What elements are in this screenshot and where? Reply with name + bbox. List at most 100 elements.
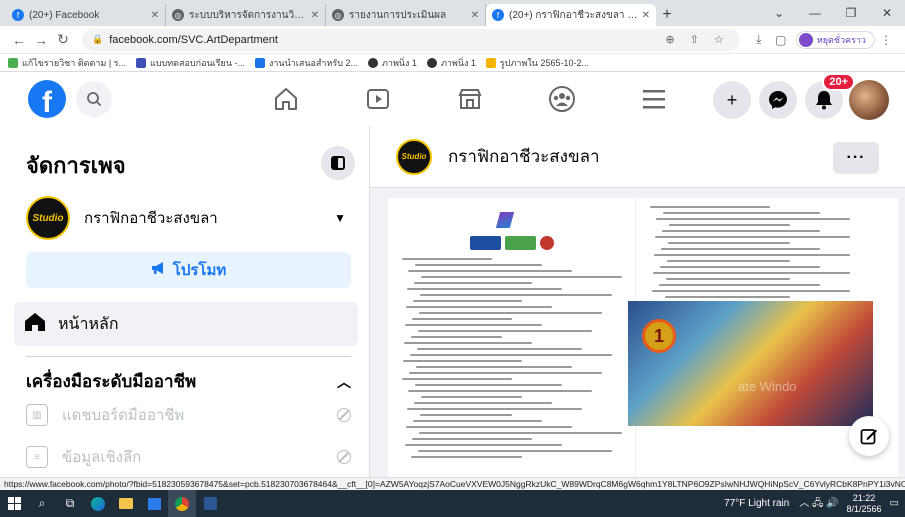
document-text-line <box>416 366 572 368</box>
document-text-line <box>420 414 512 416</box>
header-right-actions: + 20+ <box>705 73 889 120</box>
sidebar-item-home[interactable]: หน้าหลัก <box>14 302 358 346</box>
document-text-line <box>659 284 820 286</box>
download-icon[interactable]: ⤓ <box>748 32 770 47</box>
edge-browser-icon[interactable] <box>84 490 112 517</box>
college-logo-icon <box>495 212 515 228</box>
browser-tab[interactable]: f (20+) Facebook ✕ <box>6 4 166 26</box>
profile-avatar <box>798 32 813 47</box>
document-text-line <box>405 444 562 446</box>
unavailable-icon <box>337 450 351 464</box>
browser-tab[interactable]: ◎ ระบบบริหารจัดการงานวิทยาลัยอาชีวศึ... … <box>166 4 326 26</box>
document-text-line <box>404 342 532 344</box>
close-tab-icon[interactable]: ✕ <box>642 10 650 21</box>
weather-widget[interactable]: 77°F Light rain <box>724 498 789 509</box>
document-text-line <box>666 278 790 280</box>
promote-label: โปรโมท <box>172 262 227 279</box>
back-button[interactable]: ← <box>8 32 30 48</box>
word-icon[interactable] <box>196 490 224 517</box>
create-plus-button[interactable]: + <box>713 81 751 119</box>
search-icon[interactable]: ⌕ <box>28 490 56 517</box>
promote-button[interactable]: โปรโมท <box>26 252 351 288</box>
close-tab-icon[interactable]: ✕ <box>151 10 159 21</box>
bookmark-item[interactable]: รูปภาพใน 2565-10-2... <box>485 56 589 70</box>
document-text-line <box>412 318 512 320</box>
maximize-button[interactable]: ❐ <box>833 0 869 26</box>
close-window-button[interactable]: ✕ <box>869 0 905 26</box>
account-avatar[interactable] <box>849 80 889 120</box>
windows-start-icon[interactable] <box>0 490 28 517</box>
marketplace-nav-icon[interactable] <box>424 72 516 126</box>
notifications-bell-icon[interactable]: 20+ <box>805 73 855 119</box>
megaphone-icon <box>151 261 167 279</box>
home-nav-icon[interactable] <box>240 72 332 126</box>
pro-tools-section-header[interactable]: เครื่องมือระดับมืออาชีพ ︿ <box>26 368 351 395</box>
chart-icon: ▥ <box>26 404 48 426</box>
page-title[interactable]: กราฟิกอาชีวะสงขลา <box>448 143 600 170</box>
document-page-1 <box>388 198 636 477</box>
menu-dots-icon[interactable]: ⋮ <box>875 33 897 47</box>
home-icon <box>24 312 46 337</box>
document-text-line <box>653 272 850 274</box>
close-tab-icon[interactable]: ✕ <box>471 10 479 21</box>
store-icon[interactable] <box>140 490 168 517</box>
document-text-line <box>413 300 522 302</box>
document-text-line <box>402 378 512 380</box>
profile-button[interactable]: หยุดชั่วคราว <box>795 30 875 49</box>
messenger-icon[interactable] <box>759 81 797 119</box>
lock-icon[interactable]: 🔒 <box>92 34 103 45</box>
document-text-line <box>419 312 602 314</box>
browser-tab[interactable]: ◎ รายงานการประเมินผล ✕ <box>326 4 486 26</box>
contest-artwork-image[interactable]: 1 ate Windo <box>628 301 873 426</box>
minimize-button[interactable]: — <box>797 0 833 26</box>
page-logo[interactable]: Studio <box>396 138 432 175</box>
bookmark-item[interactable]: แก้ไขรายวิชา ติดตาม | ร... <box>8 56 126 70</box>
sidepanel-icon[interactable]: ▢ <box>770 33 792 47</box>
bookmarks-bar: แก้ไขรายวิชา ติดตาม | ร... แบบทดสอบก่อนเ… <box>0 54 905 72</box>
reload-button[interactable]: ↻ <box>52 31 74 48</box>
sidebar-item-dashboard[interactable]: ▥ แดชบอร์ดมืออาชีพ <box>26 398 351 432</box>
bookmark-item[interactable]: ภาพนิ่ง 1 <box>426 56 476 70</box>
menu-nav-icon[interactable] <box>608 72 700 126</box>
link-status-url: https://www.facebook.com/photo/?fbid=518… <box>0 477 905 490</box>
bookmark-item[interactable]: งานนำเสนอสำหรับ 2... <box>254 56 358 70</box>
close-tab-icon[interactable]: ✕ <box>311 10 319 21</box>
tool-label: แดชบอร์ดมืออาชีพ <box>62 407 185 424</box>
search-icon[interactable] <box>76 81 112 117</box>
groups-nav-icon[interactable] <box>516 72 608 126</box>
forward-button[interactable]: → <box>30 32 52 48</box>
address-bar[interactable]: 🔒 facebook.com/SVC.ArtDepartment ⊕ ⇧ ☆ <box>82 28 740 51</box>
facebook-logo-icon[interactable]: f <box>28 80 66 118</box>
bookmark-item[interactable]: ภาพนิ่ง 1 <box>367 56 417 70</box>
bookmark-icon <box>426 57 437 68</box>
sponsor-logos <box>470 236 554 250</box>
clock[interactable]: 21:22 8/1/2566 <box>847 493 882 515</box>
date-text: 8/1/2566 <box>846 503 882 514</box>
browser-tab-active[interactable]: f (20+) กราฟิกอาชีวะสงขลา | Songkh... ✕ <box>486 4 656 26</box>
insights-icon: ≡ <box>26 446 48 468</box>
edit-compose-button[interactable] <box>849 416 889 456</box>
tab-search-icon[interactable]: ⌄ <box>761 0 797 26</box>
sidebar-item-insights[interactable]: ≡ ข้อมูลเชิงลึก <box>26 440 351 474</box>
unavailable-icon <box>337 408 351 422</box>
facebook-favicon-icon: f <box>12 9 24 21</box>
activate-windows-watermark: ate Windo <box>738 379 797 394</box>
notification-center-icon[interactable]: ▭ <box>890 498 899 509</box>
document-text-line <box>414 282 532 284</box>
collapse-sidebar-button[interactable] <box>321 146 355 180</box>
new-tab-button[interactable]: + <box>656 4 678 26</box>
watch-nav-icon[interactable] <box>332 72 424 126</box>
page-logo: Studio <box>26 196 70 240</box>
page-switcher[interactable]: Studio กราฟิกอาชีวะสงขลา ▼ <box>26 196 346 240</box>
file-explorer-icon[interactable] <box>112 490 140 517</box>
sidebar-title: จัดการเพจ <box>26 153 126 178</box>
tool-label: ข้อมูลเชิงลึก <box>62 449 142 466</box>
task-view-icon[interactable]: ⧉ <box>56 490 84 517</box>
more-options-button[interactable]: ··· <box>833 142 879 174</box>
manage-page-sidebar: จัดการเพจ Studio กราฟิกอาชีวะสงขลา ▼ โปร… <box>0 126 370 477</box>
tray-icons[interactable]: ︿ 🖧 🔊 <box>799 494 838 513</box>
address-toolbar: ← → ↻ 🔒 facebook.com/SVC.ArtDepartment ⊕… <box>0 26 905 54</box>
omnibox-actions[interactable]: ⊕ ⇧ ☆ <box>665 33 729 46</box>
bookmark-item[interactable]: แบบทดสอบก่อนเรียน -... <box>136 56 245 70</box>
chrome-icon[interactable] <box>168 490 196 517</box>
